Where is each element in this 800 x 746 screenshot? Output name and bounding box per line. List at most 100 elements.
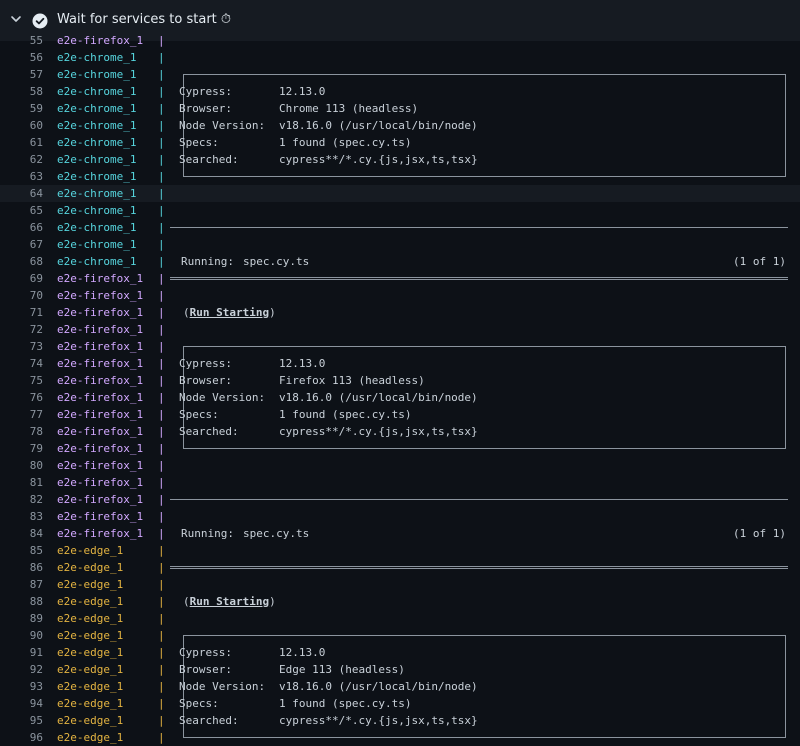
line-number[interactable]: 72 xyxy=(0,321,43,338)
log-content: (Run Starting) xyxy=(170,304,788,321)
log-line[interactable]: 83 e2e-firefox_1 | xyxy=(0,508,800,525)
line-number[interactable]: 88 xyxy=(0,593,43,610)
service-separator: | xyxy=(158,170,165,183)
line-number[interactable]: 69 xyxy=(0,270,43,287)
line-number[interactable]: 91 xyxy=(0,644,43,661)
log-line[interactable]: 78 e2e-firefox_1 | Searched: cypress**/*.cy.… xyxy=(0,423,800,440)
log-content: Cypress: 12.13.0 xyxy=(170,355,788,372)
line-number[interactable]: 62 xyxy=(0,151,43,168)
line-number[interactable]: 59 xyxy=(0,100,43,117)
log-line[interactable]: 81 e2e-firefox_1 | xyxy=(0,474,800,491)
chevron-down-icon[interactable] xyxy=(10,13,22,25)
log-line[interactable]: 88 e2e-edge_1 | (Run Starting) xyxy=(0,593,800,610)
log-line[interactable]: 92 e2e-edge_1 | Browser: Edge 113 (headless) xyxy=(0,661,800,678)
log-line[interactable]: 76 e2e-firefox_1 | Node Version: v18.16.0 (/… xyxy=(0,389,800,406)
line-number[interactable]: 90 xyxy=(0,627,43,644)
line-number[interactable]: 55 xyxy=(0,32,43,49)
log-line[interactable]: 85 e2e-edge_1 | xyxy=(0,542,800,559)
box-border-side xyxy=(183,644,786,661)
log-line[interactable]: 62 e2e-chrome_1 | Searched: cypress**/*.cy.{… xyxy=(0,151,800,168)
line-number[interactable]: 94 xyxy=(0,695,43,712)
service-name: e2e-chrome_1 xyxy=(57,153,137,166)
log-line[interactable]: 93 e2e-edge_1 | Node Version: v18.16.0 (/usr… xyxy=(0,678,800,695)
line-number[interactable]: 86 xyxy=(0,559,43,576)
run-starting-text: Run Starting xyxy=(189,595,270,608)
log-line[interactable]: 57 e2e-chrome_1 | xyxy=(0,66,800,84)
line-number[interactable]: 80 xyxy=(0,457,43,474)
log-line[interactable]: 67 e2e-chrome_1 | xyxy=(0,236,800,253)
log-line[interactable]: 90 e2e-edge_1 | xyxy=(0,627,800,645)
log-line[interactable]: 94 e2e-edge_1 | Specs: 1 found (spec.cy.ts) xyxy=(0,695,800,712)
log-line[interactable]: 70 e2e-firefox_1 | xyxy=(0,287,800,304)
log-line[interactable]: 69 e2e-firefox_1 | xyxy=(0,270,800,287)
line-number[interactable]: 83 xyxy=(0,508,43,525)
log-line[interactable]: 64 e2e-chrome_1 | xyxy=(0,185,800,202)
log-line[interactable]: 60 e2e-chrome_1 | Node Version: v18.16.0 (/u… xyxy=(0,117,800,134)
log-line[interactable]: 65 e2e-chrome_1 | xyxy=(0,202,800,219)
log-line[interactable]: 86 e2e-edge_1 | xyxy=(0,559,800,576)
log-line[interactable]: 79 e2e-firefox_1 | xyxy=(0,440,800,457)
line-number[interactable]: 93 xyxy=(0,678,43,695)
line-number[interactable]: 58 xyxy=(0,83,43,100)
line-number[interactable]: 66 xyxy=(0,219,43,236)
log-line[interactable]: 56 e2e-chrome_1 | xyxy=(0,49,800,66)
line-number[interactable]: 78 xyxy=(0,423,43,440)
log-content: Specs: 1 found (spec.cy.ts) xyxy=(170,134,788,151)
line-number[interactable]: 82 xyxy=(0,491,43,508)
log-line[interactable]: 73 e2e-firefox_1 | xyxy=(0,338,800,356)
log-line[interactable]: 96 e2e-edge_1 | xyxy=(0,729,800,746)
line-number[interactable]: 87 xyxy=(0,576,43,593)
line-number[interactable]: 57 xyxy=(0,66,43,83)
info-value: Edge 113 (headless) xyxy=(279,663,405,676)
line-number[interactable]: 85 xyxy=(0,542,43,559)
log-line[interactable]: 84 e2e-firefox_1 | Running: spec.cy.ts (1 of … xyxy=(0,525,800,542)
line-number[interactable]: 63 xyxy=(0,168,43,185)
service-name: e2e-firefox_1 xyxy=(57,374,144,387)
log-line[interactable]: 72 e2e-firefox_1 | xyxy=(0,321,800,338)
line-number[interactable]: 65 xyxy=(0,202,43,219)
line-number[interactable]: 67 xyxy=(0,236,43,253)
line-number[interactable]: 61 xyxy=(0,134,43,151)
line-number[interactable]: 95 xyxy=(0,712,43,729)
line-number[interactable]: 73 xyxy=(0,338,43,355)
line-number[interactable]: 77 xyxy=(0,406,43,423)
line-number[interactable]: 68 xyxy=(0,253,43,270)
line-number[interactable]: 81 xyxy=(0,474,43,491)
service-separator: | xyxy=(158,459,165,472)
log-line[interactable]: 68 e2e-chrome_1 | Running: spec.cy.ts (1 of 1… xyxy=(0,253,800,270)
line-number[interactable]: 71 xyxy=(0,304,43,321)
log-line[interactable]: 71 e2e-firefox_1 | (Run Starting) xyxy=(0,304,800,321)
log-line[interactable]: 58 e2e-chrome_1 | Cypress: 12.13.0 xyxy=(0,83,800,100)
log-line[interactable]: 91 e2e-edge_1 | Cypress: 12.13.0 xyxy=(0,644,800,661)
service-name: e2e-firefox_1 xyxy=(57,408,144,421)
log-line[interactable]: 63 e2e-chrome_1 | xyxy=(0,168,800,185)
log-line[interactable]: 61 e2e-chrome_1 | Specs: 1 found (spec.cy.ts… xyxy=(0,134,800,151)
line-number[interactable]: 56 xyxy=(0,49,43,66)
log-line[interactable]: 55 e2e-firefox_1 | xyxy=(0,32,800,49)
line-number[interactable]: 79 xyxy=(0,440,43,457)
log-line[interactable]: 74 e2e-firefox_1 | Cypress: 12.13.0 xyxy=(0,355,800,372)
line-number[interactable]: 75 xyxy=(0,372,43,389)
log-line[interactable]: 59 e2e-chrome_1 | Browser: Chrome 113 (headl… xyxy=(0,100,800,117)
line-number[interactable]: 60 xyxy=(0,117,43,134)
line-number[interactable]: 74 xyxy=(0,355,43,372)
log-line[interactable]: 77 e2e-firefox_1 | Specs: 1 found (spec.cy.t… xyxy=(0,406,800,423)
line-number[interactable]: 92 xyxy=(0,661,43,678)
log-line[interactable]: 87 e2e-edge_1 | xyxy=(0,576,800,593)
service-separator: | xyxy=(158,425,165,438)
service-name: e2e-chrome_1 xyxy=(57,238,137,251)
service-separator: | xyxy=(158,272,165,285)
box-border-side xyxy=(183,695,786,712)
log-line[interactable]: 66 e2e-chrome_1 | xyxy=(0,219,800,236)
log-line[interactable]: 80 e2e-firefox_1 | xyxy=(0,457,800,474)
line-number[interactable]: 89 xyxy=(0,610,43,627)
line-number[interactable]: 70 xyxy=(0,287,43,304)
log-line[interactable]: 89 e2e-edge_1 | xyxy=(0,610,800,627)
line-number[interactable]: 64 xyxy=(0,185,43,202)
line-number[interactable]: 76 xyxy=(0,389,43,406)
log-line[interactable]: 75 e2e-firefox_1 | Browser: Firefox 113 (hea… xyxy=(0,372,800,389)
log-line[interactable]: 82 e2e-firefox_1 | xyxy=(0,491,800,508)
line-number[interactable]: 84 xyxy=(0,525,43,542)
line-number[interactable]: 96 xyxy=(0,729,43,746)
log-line[interactable]: 95 e2e-edge_1 | Searched: cypress**/*.cy.{js… xyxy=(0,712,800,729)
